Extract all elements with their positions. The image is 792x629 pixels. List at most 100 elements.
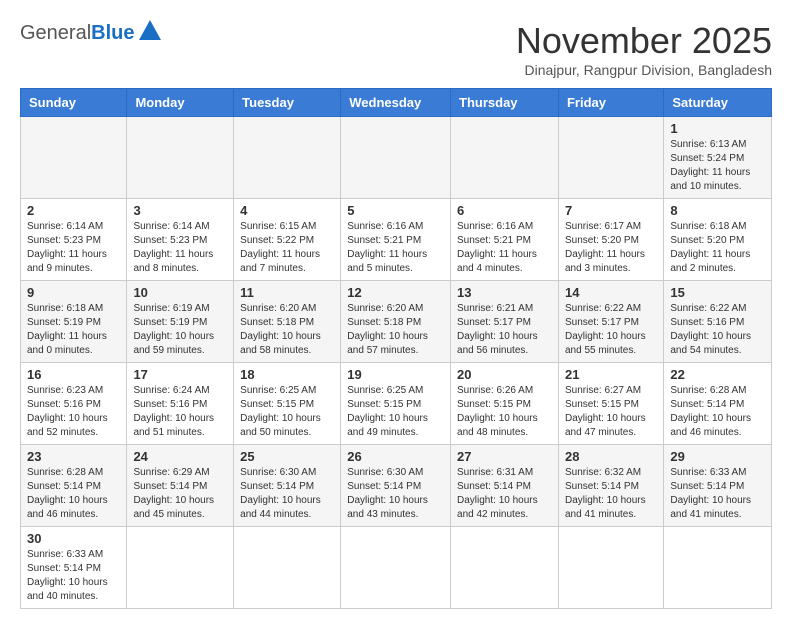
- calendar-cell: 14 Sunrise: 6:22 AM Sunset: 5:17 PM Dayli…: [558, 281, 663, 363]
- calendar-cell: 22 Sunrise: 6:28 AM Sunset: 5:14 PM Dayli…: [664, 363, 772, 445]
- day-info: Sunrise: 6:23 AM Sunset: 5:16 PM Dayligh…: [27, 384, 120, 440]
- calendar-cell: [127, 117, 234, 199]
- calendar-cell: 8 Sunrise: 6:18 AM Sunset: 5:20 PM Daylig…: [664, 199, 772, 281]
- calendar-cell: 23 Sunrise: 6:28 AM Sunset: 5:14 PM Dayli…: [21, 445, 127, 527]
- title-area: November 2025 Dinajpur, Rangpur Division…: [516, 20, 772, 78]
- calendar-cell: [234, 117, 341, 199]
- weekday-header-friday: Friday: [558, 89, 663, 117]
- weekday-header-thursday: Thursday: [451, 89, 559, 117]
- calendar-cell: [664, 527, 772, 609]
- calendar-cell: 3 Sunrise: 6:14 AM Sunset: 5:23 PM Daylig…: [127, 199, 234, 281]
- day-number: 22: [670, 367, 765, 382]
- day-info: Sunrise: 6:29 AM Sunset: 5:14 PM Dayligh…: [133, 466, 227, 522]
- calendar-cell: [451, 117, 559, 199]
- calendar-week-row: 2 Sunrise: 6:14 AM Sunset: 5:23 PM Daylig…: [21, 199, 772, 281]
- day-info: Sunrise: 6:30 AM Sunset: 5:14 PM Dayligh…: [240, 466, 334, 522]
- day-number: 27: [457, 449, 552, 464]
- weekday-header-monday: Monday: [127, 89, 234, 117]
- day-info: Sunrise: 6:14 AM Sunset: 5:23 PM Dayligh…: [27, 220, 120, 276]
- day-number: 12: [347, 285, 444, 300]
- day-number: 28: [565, 449, 657, 464]
- logo-blue-text: Blue: [91, 22, 134, 45]
- day-number: 2: [27, 203, 120, 218]
- day-info: Sunrise: 6:21 AM Sunset: 5:17 PM Dayligh…: [457, 302, 552, 358]
- day-number: 29: [670, 449, 765, 464]
- calendar-cell: 7 Sunrise: 6:17 AM Sunset: 5:20 PM Daylig…: [558, 199, 663, 281]
- day-number: 11: [240, 285, 334, 300]
- logo-general-text: General: [20, 22, 91, 45]
- day-number: 30: [27, 531, 120, 546]
- calendar-week-row: 16 Sunrise: 6:23 AM Sunset: 5:16 PM Dayli…: [21, 363, 772, 445]
- calendar-cell: 26 Sunrise: 6:30 AM Sunset: 5:14 PM Dayli…: [341, 445, 451, 527]
- day-number: 8: [670, 203, 765, 218]
- day-info: Sunrise: 6:16 AM Sunset: 5:21 PM Dayligh…: [347, 220, 444, 276]
- calendar-cell: [341, 527, 451, 609]
- day-number: 1: [670, 121, 765, 136]
- day-info: Sunrise: 6:13 AM Sunset: 5:24 PM Dayligh…: [670, 138, 765, 194]
- calendar-cell: [341, 117, 451, 199]
- day-info: Sunrise: 6:20 AM Sunset: 5:18 PM Dayligh…: [240, 302, 334, 358]
- calendar-cell: 21 Sunrise: 6:27 AM Sunset: 5:15 PM Dayli…: [558, 363, 663, 445]
- calendar-week-row: 9 Sunrise: 6:18 AM Sunset: 5:19 PM Daylig…: [21, 281, 772, 363]
- day-info: Sunrise: 6:14 AM Sunset: 5:23 PM Dayligh…: [133, 220, 227, 276]
- calendar-cell: 2 Sunrise: 6:14 AM Sunset: 5:23 PM Daylig…: [21, 199, 127, 281]
- calendar-cell: 18Sunrise: 6:25 AM Sunset: 5:15 PM Dayli…: [234, 363, 341, 445]
- day-info: Sunrise: 6:25 AM Sunset: 5:15 PM Dayligh…: [347, 384, 444, 440]
- day-info: Sunrise: 6:28 AM Sunset: 5:14 PM Dayligh…: [27, 466, 120, 522]
- day-number: 3: [133, 203, 227, 218]
- day-number: 9: [27, 285, 120, 300]
- day-number: 24: [133, 449, 227, 464]
- day-info: Sunrise: 6:25 AM Sunset: 5:15 PM Dayligh…: [240, 384, 334, 440]
- calendar-cell: 6Sunrise: 6:16 AM Sunset: 5:21 PM Daylig…: [451, 199, 559, 281]
- calendar-cell: [21, 117, 127, 199]
- month-title: November 2025: [516, 20, 772, 62]
- day-number: 19: [347, 367, 444, 382]
- day-info: Sunrise: 6:20 AM Sunset: 5:18 PM Dayligh…: [347, 302, 444, 358]
- day-number: 26: [347, 449, 444, 464]
- location-subtitle: Dinajpur, Rangpur Division, Bangladesh: [516, 62, 772, 78]
- day-number: 23: [27, 449, 120, 464]
- page-header: General Blue November 2025 Dinajpur, Ran…: [20, 20, 772, 78]
- day-number: 15: [670, 285, 765, 300]
- calendar-cell: 4Sunrise: 6:15 AM Sunset: 5:22 PM Daylig…: [234, 199, 341, 281]
- calendar-cell: 1 Sunrise: 6:13 AM Sunset: 5:24 PM Daylig…: [664, 117, 772, 199]
- day-number: 7: [565, 203, 657, 218]
- day-info: Sunrise: 6:24 AM Sunset: 5:16 PM Dayligh…: [133, 384, 227, 440]
- calendar-cell: [451, 527, 559, 609]
- day-info: Sunrise: 6:15 AM Sunset: 5:22 PM Dayligh…: [240, 220, 334, 276]
- day-info: Sunrise: 6:22 AM Sunset: 5:16 PM Dayligh…: [670, 302, 765, 358]
- calendar-cell: 29Sunrise: 6:33 AM Sunset: 5:14 PM Dayli…: [664, 445, 772, 527]
- day-info: Sunrise: 6:18 AM Sunset: 5:20 PM Dayligh…: [670, 220, 765, 276]
- calendar-cell: 10Sunrise: 6:19 AM Sunset: 5:19 PM Dayli…: [127, 281, 234, 363]
- calendar-cell: 9 Sunrise: 6:18 AM Sunset: 5:19 PM Daylig…: [21, 281, 127, 363]
- day-number: 20: [457, 367, 552, 382]
- day-info: Sunrise: 6:18 AM Sunset: 5:19 PM Dayligh…: [27, 302, 120, 358]
- weekday-header-wednesday: Wednesday: [341, 89, 451, 117]
- calendar-cell: [127, 527, 234, 609]
- calendar-week-row: 1 Sunrise: 6:13 AM Sunset: 5:24 PM Daylig…: [21, 117, 772, 199]
- day-info: Sunrise: 6:17 AM Sunset: 5:20 PM Dayligh…: [565, 220, 657, 276]
- day-number: 16: [27, 367, 120, 382]
- day-info: Sunrise: 6:22 AM Sunset: 5:17 PM Dayligh…: [565, 302, 657, 358]
- day-number: 6: [457, 203, 552, 218]
- day-number: 25: [240, 449, 334, 464]
- calendar-cell: 24 Sunrise: 6:29 AM Sunset: 5:14 PM Dayli…: [127, 445, 234, 527]
- calendar-cell: 11 Sunrise: 6:20 AM Sunset: 5:18 PM Dayli…: [234, 281, 341, 363]
- calendar-table: SundayMondayTuesdayWednesdayThursdayFrid…: [20, 88, 772, 609]
- calendar-cell: 30Sunrise: 6:33 AM Sunset: 5:14 PM Dayli…: [21, 527, 127, 609]
- day-number: 13: [457, 285, 552, 300]
- day-number: 14: [565, 285, 657, 300]
- day-info: Sunrise: 6:27 AM Sunset: 5:15 PM Dayligh…: [565, 384, 657, 440]
- calendar-cell: 25 Sunrise: 6:30 AM Sunset: 5:14 PM Dayli…: [234, 445, 341, 527]
- day-number: 5: [347, 203, 444, 218]
- day-info: Sunrise: 6:28 AM Sunset: 5:14 PM Dayligh…: [670, 384, 765, 440]
- calendar-cell: 15 Sunrise: 6:22 AM Sunset: 5:16 PM Dayli…: [664, 281, 772, 363]
- calendar-cell: 17Sunrise: 6:24 AM Sunset: 5:16 PM Dayli…: [127, 363, 234, 445]
- weekday-header-sunday: Sunday: [21, 89, 127, 117]
- calendar-cell: 20Sunrise: 6:26 AM Sunset: 5:15 PM Dayli…: [451, 363, 559, 445]
- calendar-cell: [234, 527, 341, 609]
- calendar-week-row: 30Sunrise: 6:33 AM Sunset: 5:14 PM Dayli…: [21, 527, 772, 609]
- day-info: Sunrise: 6:30 AM Sunset: 5:14 PM Dayligh…: [347, 466, 444, 522]
- day-info: Sunrise: 6:31 AM Sunset: 5:14 PM Dayligh…: [457, 466, 552, 522]
- day-number: 21: [565, 367, 657, 382]
